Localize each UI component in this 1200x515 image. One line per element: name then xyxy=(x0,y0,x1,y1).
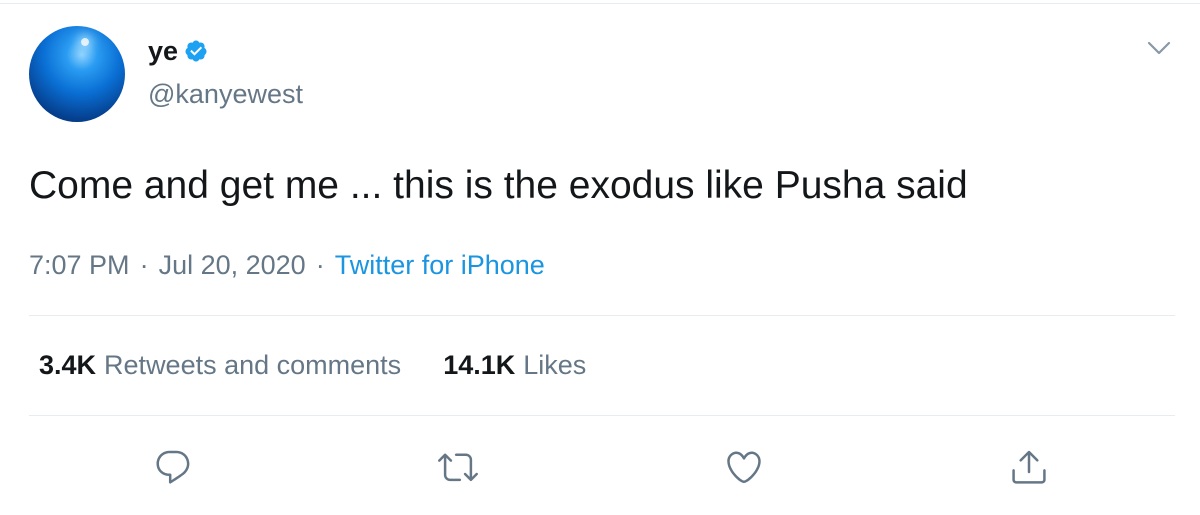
top-border xyxy=(0,3,1200,4)
retweet-icon[interactable] xyxy=(436,445,480,489)
likes-label: Likes xyxy=(523,350,587,380)
retweets-stat[interactable]: 3.4K Retweets and comments xyxy=(39,349,401,381)
display-name[interactable]: ye xyxy=(148,36,178,66)
name-row: ye xyxy=(148,36,208,66)
likes-count: 14.1K xyxy=(443,350,516,380)
tweet-time[interactable]: 7:07 PM xyxy=(29,250,130,280)
tweet-date[interactable]: Jul 20, 2020 xyxy=(159,250,306,280)
likes-stat[interactable]: 14.1K Likes xyxy=(443,349,586,381)
retweets-label: Retweets and comments xyxy=(104,350,402,380)
retweets-count: 3.4K xyxy=(39,350,97,380)
tweet-meta: 7:07 PM · Jul 20, 2020 · Twitter for iPhone xyxy=(29,249,545,281)
tweet-card: ye @kanyewest Come and get me ... this i… xyxy=(0,0,1200,515)
avatar[interactable] xyxy=(29,26,125,122)
meta-separator: · xyxy=(139,250,149,280)
divider xyxy=(29,415,1175,416)
meta-separator: · xyxy=(315,250,325,280)
share-icon[interactable] xyxy=(1007,445,1051,489)
chevron-down-icon[interactable] xyxy=(1146,38,1172,58)
reply-icon[interactable] xyxy=(151,445,195,489)
divider xyxy=(29,315,1175,316)
user-handle[interactable]: @kanyewest xyxy=(148,78,303,110)
tweet-source-link[interactable]: Twitter for iPhone xyxy=(335,250,545,280)
tweet-stats: 3.4K Retweets and comments 14.1K Likes xyxy=(39,349,586,381)
verified-badge-icon xyxy=(184,39,208,63)
tweet-text: Come and get me ... this is the exodus l… xyxy=(29,164,968,207)
like-heart-icon[interactable] xyxy=(722,445,766,489)
